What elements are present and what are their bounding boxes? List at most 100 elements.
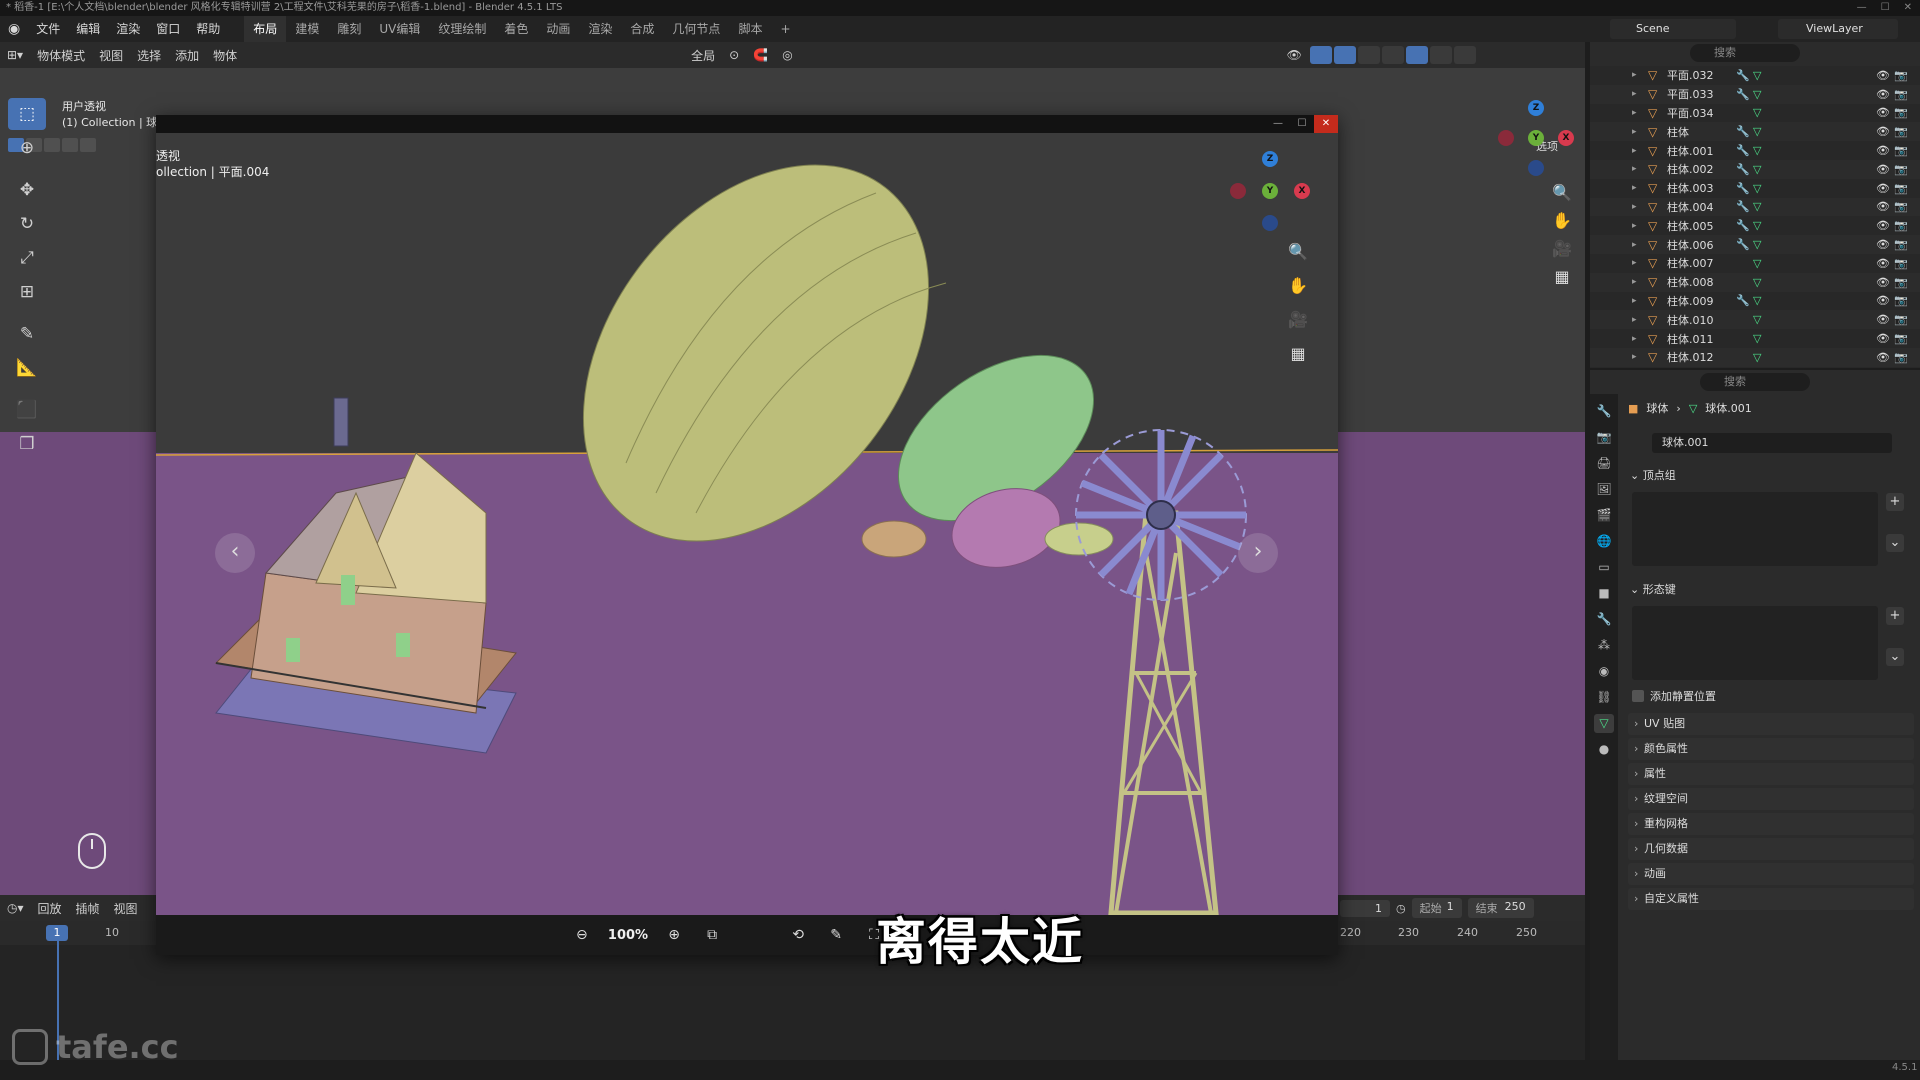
menu-edit[interactable]: 编辑 bbox=[68, 16, 108, 42]
world-tab-icon[interactable]: 🌐 bbox=[1594, 532, 1614, 551]
material-shading[interactable] bbox=[1429, 46, 1452, 64]
timeline-view-menu[interactable]: 视图 bbox=[107, 900, 145, 917]
outliner-row[interactable]: ▸ ▽ 柱体.003 🔧 ▽ 👁 📷 bbox=[1590, 179, 1920, 198]
vertex-groups-list[interactable] bbox=[1632, 492, 1878, 566]
visibility-eye-icon[interactable]: 👁 bbox=[1876, 69, 1890, 82]
outliner-item-name[interactable]: 平面.032 bbox=[1667, 67, 1714, 83]
outliner-search-input[interactable]: 搜索 bbox=[1690, 44, 1800, 62]
visibility-eye-icon[interactable]: 👁 bbox=[1876, 144, 1890, 157]
render-camera-icon[interactable]: 📷 bbox=[1894, 144, 1908, 157]
outliner-row[interactable]: ▸ ▽ 柱体.002 🔧 ▽ 👁 📷 bbox=[1590, 159, 1920, 179]
visibility-eye-icon[interactable]: 👁 bbox=[1876, 200, 1890, 213]
outliner-row[interactable]: ▸ ▽ 柱体.004 🔧 ▽ 👁 📷 bbox=[1590, 197, 1920, 217]
timeline-editor-icon[interactable]: ◷▾ bbox=[0, 901, 31, 915]
viewer-close-button[interactable]: ✕ bbox=[1314, 115, 1338, 133]
pivot-icon[interactable]: ⊙ bbox=[722, 48, 746, 62]
mesh-data-icon[interactable]: ▽ bbox=[1753, 332, 1761, 345]
shape-keys-list[interactable] bbox=[1632, 606, 1878, 680]
view-menu[interactable]: 视图 bbox=[92, 47, 130, 64]
add-menu[interactable]: 添加 bbox=[168, 47, 206, 64]
visibility-eye-icon[interactable]: 👁 bbox=[1876, 257, 1890, 270]
expand-arrow-icon[interactable]: ▸ bbox=[1632, 221, 1637, 231]
workspace-tab-modeling[interactable]: 建模 bbox=[286, 16, 328, 42]
material-tab-icon[interactable]: ● bbox=[1594, 740, 1614, 759]
next-image-button[interactable]: › bbox=[1238, 533, 1278, 573]
menu-render[interactable]: 渲染 bbox=[108, 16, 148, 42]
render-camera-icon[interactable]: 📷 bbox=[1894, 163, 1908, 176]
visibility-eye-icon[interactable]: 👁 bbox=[1876, 219, 1890, 232]
object-tab-icon[interactable]: ■ bbox=[1594, 584, 1614, 603]
select-intersect-icon[interactable] bbox=[80, 138, 96, 152]
select-menu[interactable]: 选择 bbox=[130, 47, 168, 64]
snap-icon[interactable]: 🧲 bbox=[746, 48, 775, 62]
panel-2[interactable]: 属性 bbox=[1628, 763, 1914, 785]
expand-arrow-icon[interactable]: ▸ bbox=[1632, 146, 1637, 156]
edit-pen-icon[interactable]: ✎ bbox=[824, 923, 848, 947]
mesh-data-icon[interactable]: ▽ bbox=[1753, 219, 1761, 232]
render-camera-icon[interactable]: 📷 bbox=[1894, 351, 1908, 364]
constraints-tab-icon[interactable]: ⛓ bbox=[1594, 688, 1614, 707]
expand-arrow-icon[interactable]: ▸ bbox=[1632, 164, 1637, 174]
vertex-groups-header[interactable]: ⌄ 顶点组 bbox=[1630, 467, 1676, 483]
expand-arrow-icon[interactable]: ▸ bbox=[1632, 315, 1637, 325]
render-camera-icon[interactable]: 📷 bbox=[1894, 313, 1908, 326]
outliner-item-name[interactable]: 柱体.001 bbox=[1667, 143, 1714, 159]
gizmo-neg-x-axis[interactable] bbox=[1498, 130, 1514, 146]
scale-tool[interactable]: ⤢ bbox=[8, 242, 46, 274]
expand-arrow-icon[interactable]: ▸ bbox=[1632, 89, 1637, 99]
panel-7[interactable]: 自定义属性 bbox=[1628, 888, 1914, 910]
render-camera-icon[interactable]: 📷 bbox=[1894, 69, 1908, 82]
vertex-group-menu-button[interactable]: ⌄ bbox=[1886, 534, 1904, 552]
outliner-item-name[interactable]: 柱体.005 bbox=[1667, 218, 1714, 234]
outliner-item-name[interactable]: 柱体.009 bbox=[1667, 293, 1714, 309]
mesh-data-icon[interactable]: ▽ bbox=[1753, 200, 1761, 213]
annotate-tool[interactable]: ✎ bbox=[8, 318, 46, 350]
render-camera-icon[interactable]: 📷 bbox=[1894, 106, 1908, 119]
mesh-data-icon[interactable]: ▽ bbox=[1753, 69, 1761, 82]
properties-search-input[interactable]: 搜索 bbox=[1700, 373, 1810, 391]
outliner-row[interactable]: ▸ ▽ 平面.033 🔧 ▽ 👁 📷 bbox=[1590, 84, 1920, 104]
expand-arrow-icon[interactable]: ▸ bbox=[1632, 202, 1637, 212]
scene-tab-icon[interactable]: 🎬 bbox=[1594, 506, 1614, 525]
outliner-row[interactable]: ▸ ▽ 平面.032 🔧 ▽ 👁 📷 bbox=[1590, 66, 1920, 85]
render-camera-icon[interactable]: 📷 bbox=[1894, 294, 1908, 307]
outliner-item-name[interactable]: 柱体.012 bbox=[1667, 349, 1714, 365]
gizmo-y-axis[interactable]: Y bbox=[1528, 130, 1544, 146]
gizmo-z-axis[interactable]: Z bbox=[1528, 100, 1544, 116]
render-camera-icon[interactable]: 📷 bbox=[1894, 200, 1908, 213]
view-layer-selector[interactable]: ViewLayer bbox=[1778, 19, 1898, 39]
rotate-tool[interactable]: ↻ bbox=[8, 208, 46, 240]
collection-tab-icon[interactable]: ▭ bbox=[1594, 558, 1614, 577]
workspace-tab-compositing[interactable]: 合成 bbox=[621, 16, 663, 42]
rotate-image-icon[interactable]: ⟲ bbox=[786, 923, 810, 947]
panel-3[interactable]: 纹理空间 bbox=[1628, 788, 1914, 810]
physics-tab-icon[interactable]: ◉ bbox=[1594, 662, 1614, 681]
visibility-eye-icon[interactable]: 👁 bbox=[1876, 238, 1890, 251]
visibility-eye-icon[interactable]: 👁 bbox=[1876, 182, 1890, 195]
outliner-row[interactable]: ▸ ▽ 柱体.005 🔧 ▽ 👁 📷 bbox=[1590, 216, 1920, 235]
visibility-eye-icon[interactable]: 👁 bbox=[1876, 276, 1890, 289]
mesh-data-icon[interactable]: ▽ bbox=[1753, 257, 1761, 270]
select-subtract-icon[interactable] bbox=[44, 138, 60, 152]
outliner-item-name[interactable]: 柱体 bbox=[1667, 124, 1689, 140]
object-mode-dropdown[interactable]: 物体模式 bbox=[30, 47, 92, 64]
visibility-eye-icon[interactable]: 👁 bbox=[1876, 313, 1890, 326]
modifier-wrench-icon[interactable]: 🔧 bbox=[1736, 294, 1750, 307]
mesh-data-icon[interactable]: ▽ bbox=[1753, 238, 1761, 251]
viewer-titlebar[interactable] bbox=[156, 115, 1338, 133]
object-menu[interactable]: 物体 bbox=[206, 47, 244, 64]
expand-arrow-icon[interactable]: ▸ bbox=[1632, 183, 1637, 193]
render-camera-icon[interactable]: 📷 bbox=[1894, 219, 1908, 232]
outliner-row[interactable]: ▸ ▽ 平面.034 ▽ 👁 📷 bbox=[1590, 104, 1920, 123]
workspace-tab-rendering[interactable]: 渲染 bbox=[579, 16, 621, 42]
modifier-wrench-icon[interactable]: 🔧 bbox=[1736, 163, 1750, 176]
clock-icon[interactable]: ◷ bbox=[1396, 902, 1406, 915]
outliner-item-name[interactable]: 柱体.007 bbox=[1667, 255, 1714, 271]
mesh-data-icon[interactable]: ▽ bbox=[1753, 182, 1761, 195]
mesh-data-tab-icon[interactable]: ▽ bbox=[1594, 714, 1614, 733]
close-window-button[interactable]: ✕ bbox=[1904, 0, 1912, 16]
viewer-maximize-button[interactable]: ☐ bbox=[1290, 115, 1314, 133]
shape-key-menu-button[interactable]: ⌄ bbox=[1886, 648, 1904, 666]
wireframe-shading[interactable] bbox=[1381, 46, 1404, 64]
tool-tab-icon[interactable]: 🔧 bbox=[1594, 402, 1614, 421]
